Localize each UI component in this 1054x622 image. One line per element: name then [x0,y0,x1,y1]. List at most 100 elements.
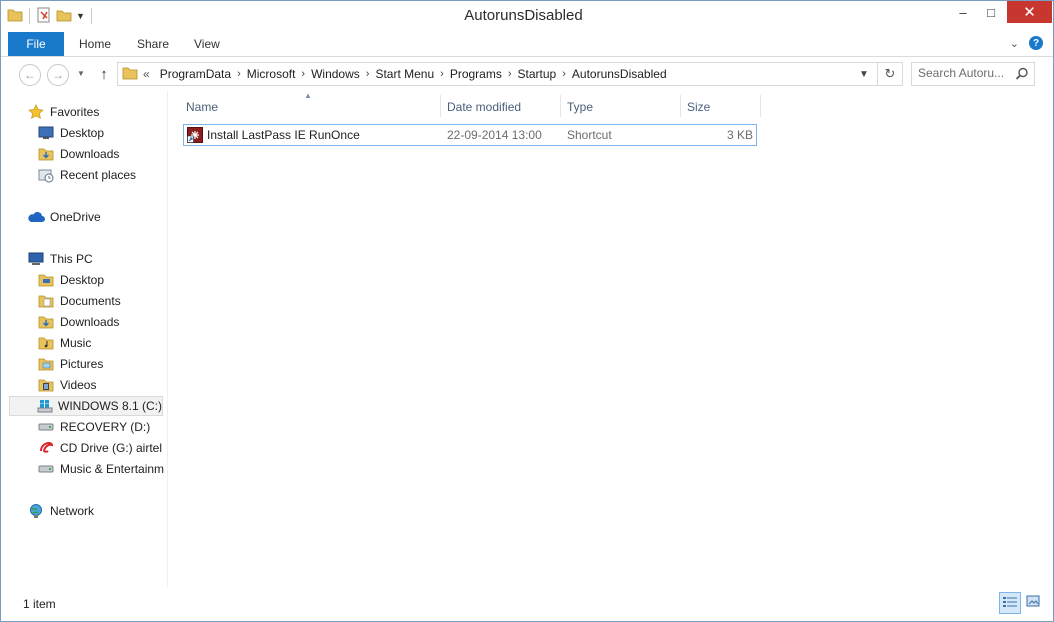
nav-label: This PC [50,252,93,266]
up-button[interactable]: ↑ [96,64,112,84]
tab-view[interactable]: View [194,32,220,56]
desktop-icon [37,125,55,141]
breadcrumb-item[interactable]: Start Menu [370,67,439,81]
large-icons-view-icon [1026,595,1040,610]
arrow-up-icon: ↑ [100,65,108,83]
column-divider[interactable] [440,95,441,117]
nav-label: Downloads [60,315,120,329]
network-icon [27,503,45,519]
help-icon[interactable]: ? [1029,36,1043,50]
nav-label: Documents [60,294,121,308]
address-dropdown-button[interactable]: ▼ [854,63,874,85]
nav-pc-drive-d[interactable]: RECOVERY (D:) [37,417,150,437]
recent-locations-icon[interactable]: ▼ [77,69,85,78]
column-header-type[interactable]: Type [567,95,593,119]
nav-label: Favorites [50,105,100,119]
search-input[interactable] [918,65,1010,81]
nav-pc-drive-c[interactable]: WINDOWS 8.1 (C:) [9,396,163,416]
status-bar: 1 item [1,591,1053,621]
column-header-date-modified[interactable]: Date modified [447,95,521,119]
breadcrumb-item[interactable]: Microsoft [242,67,301,81]
nav-pc-downloads[interactable]: Downloads [37,312,119,332]
drive-icon [37,461,55,477]
downloads-folder-icon [37,146,55,162]
videos-folder-icon [37,377,55,393]
file-name: Install LastPass IE RunOnce [207,128,360,142]
item-count: 1 item [23,597,56,611]
maximize-button[interactable]: □ [977,1,1005,23]
computer-icon [27,251,45,267]
tab-file[interactable]: File [8,32,64,56]
back-button[interactable]: ← [19,64,41,86]
details-view-icon [1003,596,1017,611]
nav-pc-pictures[interactable]: Pictures [37,354,103,374]
details-view-button[interactable] [999,592,1021,614]
refresh-icon: ↻ [884,66,896,81]
arrow-left-icon: ← [24,68,36,82]
breadcrumb-overflow[interactable]: « [138,67,155,81]
nav-network[interactable]: Network [27,501,94,521]
explorer-window: ▼ AutorunsDisabled – □ ✕ File Home Share… [0,0,1054,622]
expand-ribbon-icon[interactable]: ⌄ [1010,37,1019,50]
nav-favorites-recent-places[interactable]: Recent places [37,165,136,185]
airtel-cd-drive-icon [37,440,55,456]
breadcrumb-item[interactable]: ProgramData [155,67,236,81]
search-icon[interactable] [1014,66,1030,82]
file-type: Shortcut [567,128,612,142]
ribbon-controls: ⌄ ? [1010,36,1043,50]
nav-label: Music [60,336,92,350]
downloads-folder-icon [37,314,55,330]
navigation-pane: Favorites Desktop Downloads Recent place… [1,91,168,587]
nav-favorites-desktop[interactable]: Desktop [37,123,104,143]
nav-label: OneDrive [50,210,101,224]
nav-pc-drive-music[interactable]: Music & Entertainm [37,459,164,479]
address-bar[interactable]: « ProgramData › Microsoft › Windows › St… [117,62,903,86]
column-header-size[interactable]: Size [687,95,710,119]
column-divider[interactable] [680,95,681,117]
large-icons-view-button[interactable] [1023,592,1043,612]
nav-label: Downloads [60,147,120,161]
windows-drive-icon [37,398,53,414]
nav-pc-drive-g[interactable]: CD Drive (G:) airtel [37,438,162,458]
nav-label: Desktop [60,126,105,140]
pictures-folder-icon [37,356,55,372]
nav-this-pc[interactable]: This PC [27,249,93,269]
breadcrumb-item[interactable]: Windows [306,67,365,81]
file-list: ▲ Name Date modified Type Size Install L… [168,91,1053,587]
nav-label: Music & Entertainm [60,462,165,476]
sort-ascending-icon: ▲ [304,91,312,100]
breadcrumb-item[interactable]: Programs [445,67,507,81]
recent-places-icon [37,167,55,183]
minimize-button[interactable]: – [949,1,977,23]
column-divider[interactable] [560,95,561,117]
breadcrumb-item[interactable]: Startup [513,67,562,81]
column-divider[interactable] [760,95,761,117]
tab-home[interactable]: Home [79,32,111,56]
cloud-icon [27,209,45,225]
nav-favorites[interactable]: Favorites [27,102,99,122]
nav-label: WINDOWS 8.1 (C:) [58,399,162,413]
music-folder-icon [37,335,55,351]
nav-label: Network [50,504,95,518]
search-box[interactable] [911,62,1035,86]
close-button[interactable]: ✕ [1007,1,1052,23]
arrow-right-icon: → [52,68,64,82]
nav-onedrive[interactable]: OneDrive [27,207,101,227]
refresh-button[interactable]: ↻ [877,63,902,85]
folder-icon [122,65,138,84]
documents-folder-icon [37,293,55,309]
nav-pc-documents[interactable]: Documents [37,291,121,311]
chevron-down-icon: ▼ [859,68,869,80]
breadcrumb-item-current[interactable]: AutorunsDisabled [567,67,672,81]
nav-pc-videos[interactable]: Videos [37,375,96,395]
file-row[interactable]: Install LastPass IE RunOnce 22-09-2014 1… [183,124,757,146]
nav-favorites-downloads[interactable]: Downloads [37,144,119,164]
nav-pc-music[interactable]: Music [37,333,91,353]
column-header-name[interactable]: Name [186,95,218,119]
nav-label: Pictures [60,357,104,371]
nav-label: Recent places [60,168,137,182]
file-name-cell: Install LastPass IE RunOnce [187,125,360,145]
forward-button[interactable]: → [47,64,69,86]
nav-pc-desktop[interactable]: Desktop [37,270,104,290]
tab-share[interactable]: Share [137,32,169,56]
